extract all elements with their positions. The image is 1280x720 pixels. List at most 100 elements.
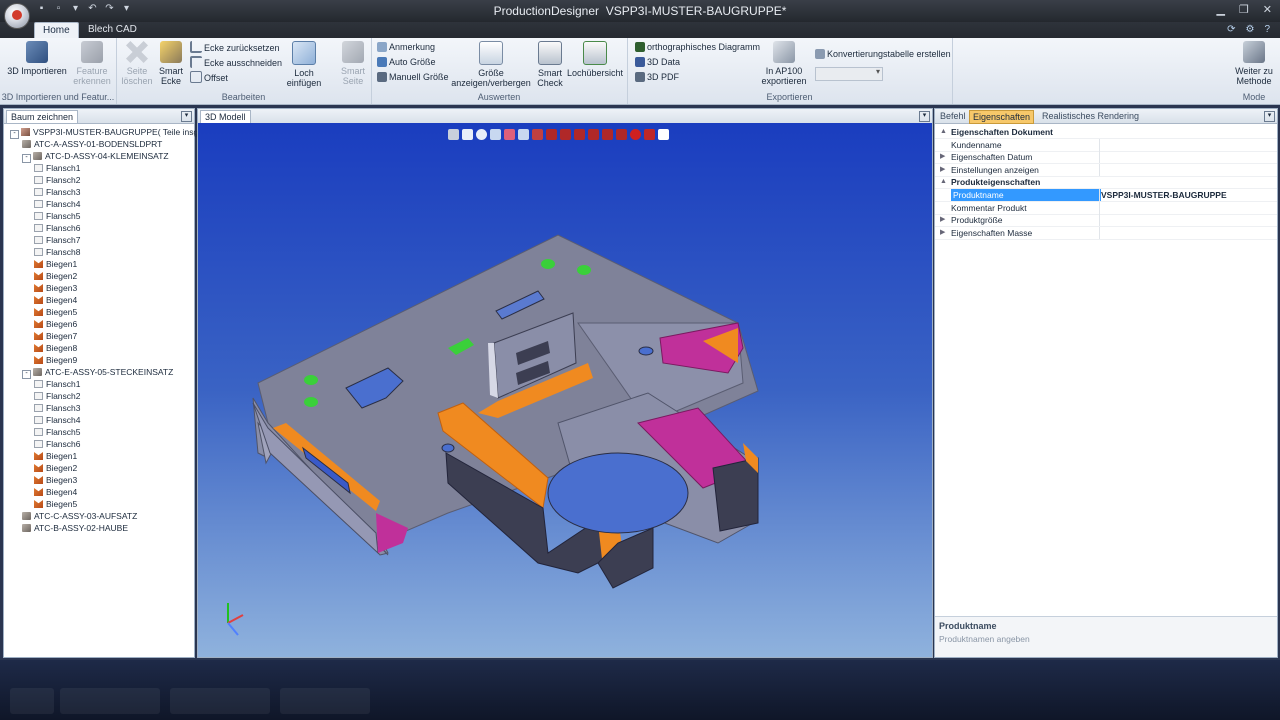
tree-node[interactable]: Biegen3	[34, 474, 77, 486]
smart-seite-button[interactable]: Smart Seite	[336, 41, 370, 86]
tree-node[interactable]: Flansch2	[34, 174, 81, 186]
ecke-zuruecksetzen-button[interactable]: Ecke zurücksetzen	[190, 41, 280, 53]
loch-einfuegen-button[interactable]: Loch einfügen	[276, 41, 332, 88]
property-row[interactable]: Kommentar Produkt	[935, 201, 1277, 215]
tree-node[interactable]: Biegen3	[34, 282, 77, 294]
tree-expander-icon[interactable]: -	[22, 154, 31, 163]
tree-node[interactable]: Biegen1	[34, 450, 77, 462]
data-3d-button[interactable]: 3D Data	[635, 56, 680, 68]
tree-node-label: Flansch6	[46, 439, 81, 449]
konvertierung-button[interactable]: Konvertierungstabelle erstellen	[815, 48, 951, 60]
tree-node[interactable]: ATC-A-ASSY-01-BODENSLDPRT	[22, 138, 162, 150]
tab-blech-cad[interactable]: Blech CAD	[80, 22, 145, 38]
property-expander-icon[interactable]: ▶	[940, 227, 945, 239]
tree-node[interactable]: - VSPP3I-MUSTER-BAUGRUPPE( Teile insg	[10, 126, 198, 139]
smart-check-button[interactable]: Smart Check	[533, 41, 567, 88]
tree-node[interactable]: Biegen8	[34, 342, 77, 354]
property-row[interactable]: Produktname VSPP3I-MUSTER-BAUGRUPPE	[935, 189, 1277, 202]
taskbar-item[interactable]	[60, 688, 160, 714]
tab-baum-zeichnen[interactable]: Baum zeichnen	[6, 110, 79, 123]
tab-realistisches-rendering[interactable]: Realistisches Rendering	[1039, 110, 1142, 122]
property-row[interactable]: ▲ Eigenschaften Dokument	[935, 126, 1277, 139]
tab-home[interactable]: Home	[34, 22, 79, 38]
tree-node[interactable]: Flansch3	[34, 186, 81, 198]
maximize-icon[interactable]: ❐	[1239, 3, 1249, 16]
tree-node[interactable]: Flansch4	[34, 198, 81, 210]
property-expander-icon[interactable]: ▲	[940, 126, 947, 138]
weiter-methode-button[interactable]: Weiter zu Methode	[1230, 41, 1278, 86]
properties-menu-icon[interactable]: ▾	[1264, 111, 1275, 122]
3d-viewport[interactable]	[198, 123, 932, 657]
manuell-groesse-button[interactable]: Manuell Größe	[377, 71, 449, 83]
taskbar-item[interactable]	[10, 688, 54, 714]
tree-node[interactable]: Biegen4	[34, 486, 77, 498]
property-row[interactable]: Kundenname	[935, 138, 1277, 152]
pane-menu-icon[interactable]: ▾	[181, 111, 192, 122]
tab-befehl[interactable]: Befehl	[937, 110, 969, 122]
conversion-select[interactable]	[815, 67, 883, 81]
tree-expander-icon[interactable]: -	[10, 130, 19, 139]
tree-node[interactable]: Flansch5	[34, 426, 81, 438]
smart-ecke-button[interactable]: Smart Ecke	[154, 41, 188, 86]
tree-node[interactable]: Flansch6	[34, 222, 81, 234]
taskbar-item[interactable]	[170, 688, 270, 714]
tab-eigenschaften[interactable]: Eigenschaften	[969, 110, 1035, 124]
tree-node[interactable]: Flansch3	[34, 402, 81, 414]
tree-node[interactable]: Flansch6	[34, 438, 81, 450]
tree-expander-icon[interactable]: -	[22, 370, 31, 379]
property-row[interactable]: ▶ Eigenschaften Masse	[935, 226, 1277, 240]
property-row[interactable]: ▶ Produktgröße	[935, 214, 1277, 228]
tree-node[interactable]: Biegen1	[34, 258, 77, 270]
tree-node[interactable]: Flansch2	[34, 390, 81, 402]
property-row[interactable]: ▶ Eigenschaften Datum	[935, 151, 1277, 165]
groesse-anzeigen-button[interactable]: Größe anzeigen/verbergen	[451, 41, 531, 88]
tree-node[interactable]: Flansch8	[34, 246, 81, 258]
lochuebersicht-button[interactable]: Lochübersicht	[567, 41, 623, 78]
seite-loeschen-button[interactable]: Seite löschen	[120, 41, 154, 86]
ortho-diagramm-button[interactable]: orthographisches Diagramm	[635, 41, 760, 53]
help-icon[interactable]: ?	[1264, 24, 1270, 35]
property-value[interactable]: VSPP3I-MUSTER-BAUGRUPPE	[1101, 189, 1227, 201]
property-expander-icon[interactable]: ▲	[940, 176, 947, 188]
app-logo-icon	[12, 10, 22, 20]
auto-groesse-button[interactable]: Auto Größe	[377, 56, 436, 68]
tab-3d-modell[interactable]: 3D Modell	[200, 110, 251, 123]
model-pane-menu-icon[interactable]: ▾	[919, 111, 930, 122]
application-menu-button[interactable]	[4, 3, 30, 29]
tree-node[interactable]: Biegen6	[34, 318, 77, 330]
ap100-export-button[interactable]: In AP100 exportieren	[759, 41, 809, 86]
ecke-ausschneiden-button[interactable]: Ecke ausschneiden	[190, 56, 282, 68]
property-expander-icon[interactable]: ▶	[940, 164, 945, 176]
property-expander-icon[interactable]: ▶	[940, 151, 945, 163]
tree-node[interactable]: Biegen2	[34, 270, 77, 282]
property-row[interactable]: ▲ Produkteigenschaften	[935, 176, 1277, 190]
property-row[interactable]: ▶ Einstellungen anzeigen	[935, 163, 1277, 177]
tree-node[interactable]: Biegen5	[34, 498, 77, 510]
refresh-icon[interactable]: ⟳	[1227, 24, 1235, 35]
tree-node[interactable]: Flansch1	[34, 378, 81, 390]
settings-icon[interactable]: ⚙	[1245, 24, 1254, 35]
tree-node[interactable]: Biegen9	[34, 354, 77, 366]
tree-node[interactable]: Flansch1	[34, 162, 81, 174]
minimize-icon[interactable]: ▁	[1216, 3, 1224, 16]
tree-node[interactable]: ATC-B-ASSY-02-HAUBE	[22, 522, 128, 534]
close-icon[interactable]: ✕	[1263, 3, 1272, 16]
tree-node[interactable]: Biegen2	[34, 462, 77, 474]
tree-node[interactable]: - ATC-E-ASSY-05-STECKEINSATZ	[22, 366, 173, 379]
tree-node[interactable]: Biegen4	[34, 294, 77, 306]
tree-node[interactable]: ATC-C-ASSY-03-AUFSATZ	[22, 510, 137, 522]
pdf-3d-button[interactable]: 3D PDF	[635, 71, 679, 83]
anmerkung-button[interactable]: Anmerkung	[377, 41, 435, 53]
import-3d-button[interactable]: 3D Importieren	[4, 41, 70, 76]
property-expander-icon[interactable]: ▶	[940, 214, 945, 226]
tree-node[interactable]: Flansch5	[34, 210, 81, 222]
tree-node-label: Biegen5	[46, 307, 78, 317]
feature-erkennen-button[interactable]: Feature erkennen	[72, 41, 112, 86]
taskbar-item[interactable]	[280, 688, 370, 714]
tree-node[interactable]: Flansch7	[34, 234, 81, 246]
tree-node[interactable]: Biegen5	[34, 306, 77, 318]
tree-node[interactable]: Biegen7	[34, 330, 77, 342]
tree-node[interactable]: - ATC-D-ASSY-04-KLEMEINSATZ	[22, 150, 169, 163]
offset-button[interactable]: Offset	[190, 71, 228, 83]
tree-node[interactable]: Flansch4	[34, 414, 81, 426]
